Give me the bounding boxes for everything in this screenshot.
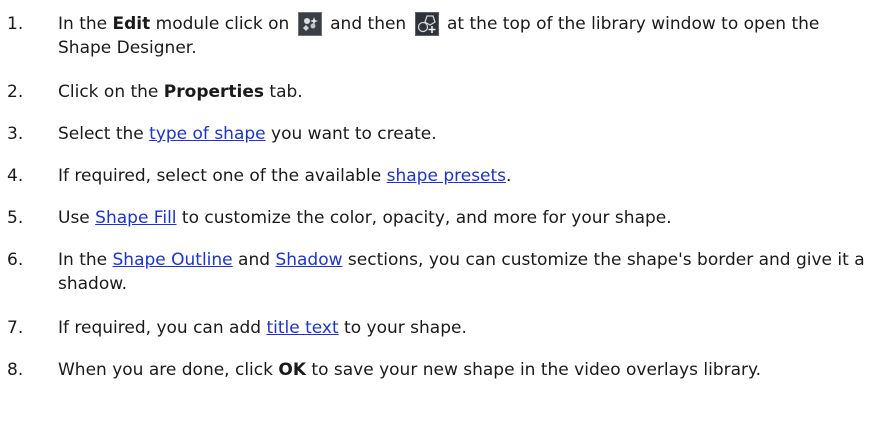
step-number: 6. [7, 250, 24, 270]
step-number: 4. [7, 166, 24, 186]
title-text-link[interactable]: title text [266, 318, 338, 338]
step-text: If required, select one of the available… [58, 164, 873, 188]
shape-outline-link[interactable]: Shape Outline [113, 250, 233, 270]
step-number: 3. [7, 124, 24, 144]
effects-toolbar-icon [297, 12, 322, 36]
text-fragment: module click on [150, 14, 295, 34]
edit-module-label: Edit [112, 14, 151, 34]
text-fragment: and [232, 250, 276, 270]
shape-presets-link[interactable]: shape presets [387, 166, 506, 186]
step-text: Use Shape Fill to customize the color, o… [58, 206, 873, 230]
step-number: 8. [7, 360, 24, 380]
step-text: In the Edit module click on and then at … [58, 12, 873, 60]
properties-tab-label: Properties [163, 82, 265, 102]
shape-fill-link[interactable]: Shape Fill [95, 208, 176, 228]
text-fragment: Click on the [58, 82, 164, 102]
shadow-link[interactable]: Shadow [275, 250, 342, 270]
text-fragment: In the [58, 250, 113, 270]
add-shape-icon [414, 12, 439, 36]
ok-button-label: OK [278, 360, 307, 380]
type-of-shape-link[interactable]: type of shape [149, 124, 265, 144]
text-fragment: you want to create. [265, 124, 437, 144]
text-fragment: to your shape. [338, 318, 467, 338]
step-text: In the Shape Outline and Shadow sections… [58, 248, 873, 296]
text-fragment: When you are done, click [58, 360, 279, 380]
step-text: Select the type of shape you want to cre… [58, 122, 873, 146]
text-fragment: In the [58, 14, 113, 34]
text-fragment: Use [58, 208, 96, 228]
text-fragment: If required, you can add [58, 318, 267, 338]
step-number: 7. [7, 318, 24, 338]
text-fragment: to customize the color, opacity, and mor… [176, 208, 672, 228]
step-text: When you are done, click OK to save your… [58, 358, 873, 382]
text-fragment: Select the [58, 124, 150, 144]
instructions-page: 1. In the Edit module click on and then [0, 0, 882, 432]
step-number: 5. [7, 208, 24, 228]
step-number: 1. [7, 14, 24, 34]
step-text: Click on the Properties tab. [58, 80, 873, 104]
text-fragment: tab. [264, 82, 303, 102]
text-fragment: If required, select one of the available [58, 166, 387, 186]
text-fragment: and then [324, 14, 412, 34]
step-text: If required, you can add title text to y… [58, 316, 873, 340]
step-number: 2. [7, 82, 24, 102]
text-fragment: . [506, 166, 512, 186]
text-fragment: to save your new shape in the video over… [306, 360, 762, 380]
